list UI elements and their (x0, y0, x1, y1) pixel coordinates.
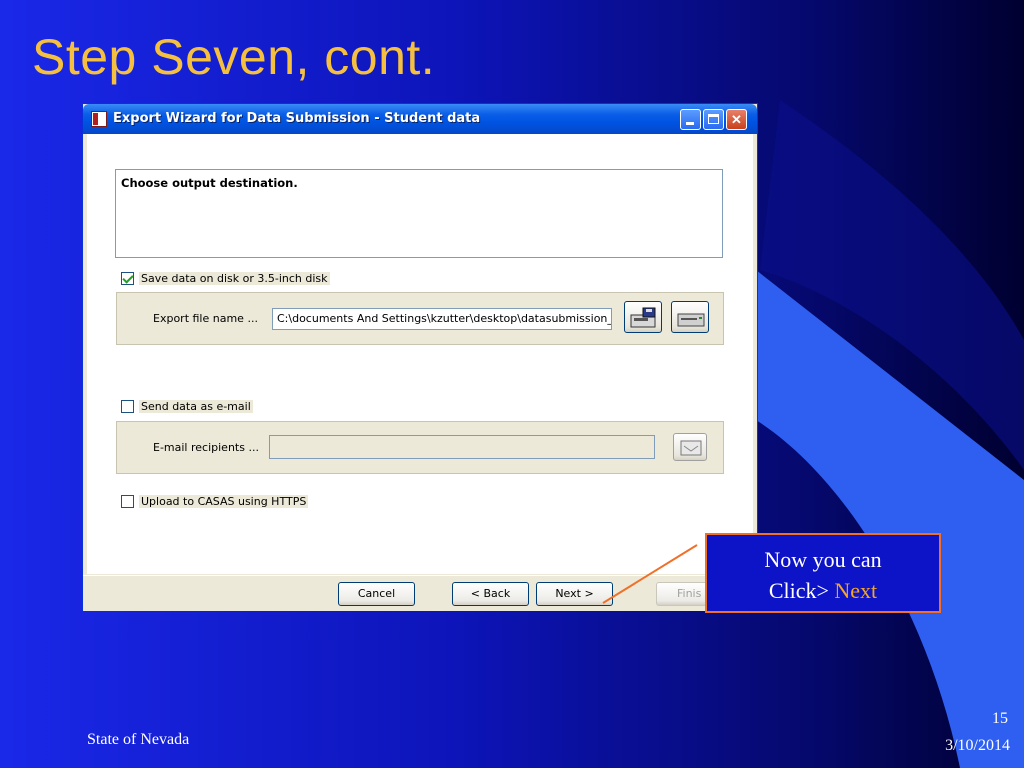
maximize-button[interactable] (703, 109, 724, 130)
callout-box: Now you can Click> Next (705, 533, 941, 613)
instruction-box: Choose output destination. (115, 169, 723, 258)
instruction-text: Choose output destination. (121, 176, 298, 190)
back-button[interactable]: < Back (452, 582, 529, 606)
minimize-icon (686, 122, 694, 125)
callout-line1: Now you can (764, 547, 882, 572)
app-icon (91, 111, 107, 127)
maximize-icon (708, 114, 719, 124)
send-email-label: Send data as e-mail (139, 400, 253, 413)
disk-drive-icon (677, 313, 705, 327)
email-recipients-label: E-mail recipients ... (153, 441, 259, 454)
save-disk-label: Save data on disk or 3.5-inch disk (139, 272, 330, 285)
callout-line2: Click> Next (707, 575, 939, 606)
address-book-icon (680, 440, 702, 456)
upload-https-checkbox[interactable] (121, 495, 134, 508)
minimize-button[interactable] (680, 109, 701, 130)
send-email-checkbox[interactable] (121, 400, 134, 413)
next-button[interactable]: Next > (536, 582, 613, 606)
save-disk-checkbox[interactable] (121, 272, 134, 285)
callout-next-text: Next (834, 578, 878, 603)
export-file-label: Export file name ... (153, 312, 258, 325)
close-button[interactable]: ✕ (726, 109, 747, 130)
dialog-titlebar[interactable]: Export Wizard for Data Submission - Stud… (83, 104, 757, 134)
cancel-button[interactable]: Cancel (338, 582, 415, 606)
save-file-icon (630, 307, 656, 328)
slide-title: Step Seven, cont. (32, 29, 436, 85)
close-icon: ✕ (731, 112, 742, 127)
slide-date: 3/10/2014 (945, 737, 1010, 754)
footer-organization: State of Nevada (87, 731, 190, 748)
wizard-content: Choose output destination. Save data on … (87, 134, 753, 574)
export-file-group: Export file name ... C:\documents And Se… (116, 292, 724, 345)
export-file-input[interactable]: C:\documents And Settings\kzutter\deskto… (272, 308, 612, 330)
disk-drive-button[interactable] (671, 301, 709, 333)
dialog-title: Export Wizard for Data Submission - Stud… (113, 111, 481, 126)
callout-click-text: Click> (768, 578, 829, 603)
wizard-button-bar: Cancel < Back Next > Finis (83, 575, 757, 611)
email-recipients-input[interactable] (269, 435, 655, 459)
export-wizard-dialog: Export Wizard for Data Submission - Stud… (82, 103, 758, 611)
email-group: E-mail recipients ... (116, 421, 724, 474)
slide-number: 15 (992, 710, 1008, 727)
upload-https-label: Upload to CASAS using HTTPS (139, 495, 309, 508)
save-file-button[interactable] (624, 301, 662, 333)
address-book-button[interactable] (673, 433, 707, 461)
